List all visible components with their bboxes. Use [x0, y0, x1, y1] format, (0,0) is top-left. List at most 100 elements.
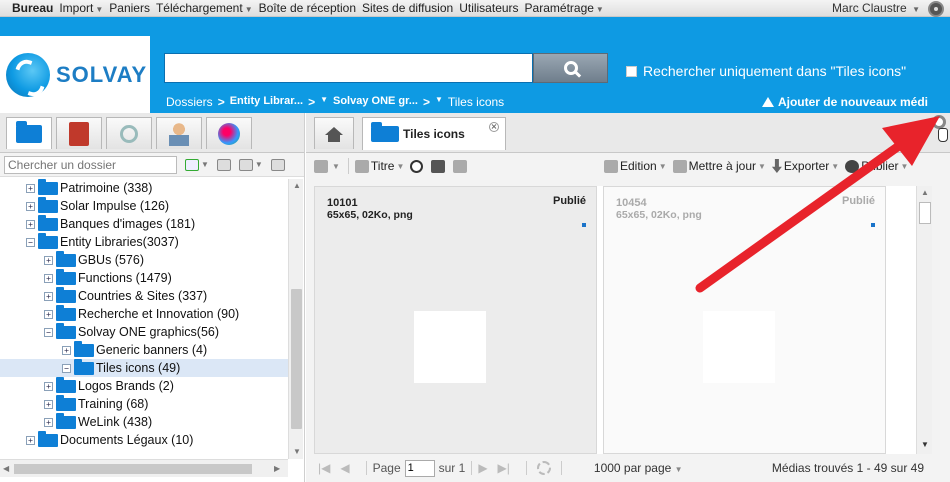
- tree-item[interactable]: − Entity Libraries(3037): [0, 232, 288, 251]
- collapse-icon[interactable]: −: [26, 237, 35, 247]
- archive-button[interactable]: [431, 159, 447, 173]
- scroll-down-icon[interactable]: ▼: [921, 440, 929, 449]
- tree-item[interactable]: + Documents Légaux (10): [0, 430, 288, 449]
- collapse-icon[interactable]: −: [44, 327, 53, 337]
- tab-thesaurus[interactable]: [56, 117, 102, 149]
- refresh-icon[interactable]: [536, 461, 551, 475]
- selection-marker-icon[interactable]: [871, 223, 875, 227]
- tab-people[interactable]: [156, 117, 202, 149]
- folder-action-icon[interactable]: [216, 158, 231, 171]
- view-mode-button[interactable]: ▼: [314, 159, 340, 173]
- top-menu-item[interactable]: Bureau: [12, 1, 53, 15]
- scroll-thumb[interactable]: [14, 464, 252, 474]
- media-thumbnail[interactable]: [703, 311, 775, 383]
- top-menu-item[interactable]: Paniers: [109, 1, 150, 15]
- gear-icon[interactable]: [932, 115, 946, 129]
- media-card[interactable]: 10101 Publié 65x65, 02Ko, png: [314, 186, 597, 454]
- move-icon[interactable]: [238, 158, 253, 171]
- edition-button[interactable]: Edition ▼: [604, 159, 667, 173]
- tree-item[interactable]: + Patrimoine (338): [0, 179, 288, 197]
- expand-icon[interactable]: +: [44, 255, 53, 265]
- expand-icon[interactable]: +: [44, 399, 53, 409]
- tree-item[interactable]: − Solvay ONE graphics(56): [0, 322, 288, 341]
- scroll-up-icon[interactable]: ▲: [921, 188, 929, 197]
- select-all-button[interactable]: [410, 159, 425, 173]
- expand-icon[interactable]: +: [26, 183, 35, 193]
- top-menu-item[interactable]: Paramétrage ▼: [525, 1, 604, 15]
- expand-icon[interactable]: +: [26, 435, 35, 445]
- tree-item[interactable]: − Tiles icons (49): [0, 358, 288, 377]
- tree-item[interactable]: + Recherche et Innovation (90): [0, 304, 288, 323]
- search-scope-option[interactable]: Rechercher uniquement dans "Tiles icons": [626, 63, 906, 79]
- scroll-down-icon[interactable]: ▼: [293, 447, 301, 456]
- scroll-left-icon[interactable]: ◀: [3, 464, 9, 473]
- export-button[interactable]: Exporter ▼: [771, 159, 839, 173]
- publish-button[interactable]: Publier ▼: [845, 159, 908, 173]
- tab-tiles-icons[interactable]: Tiles icons ×: [362, 117, 506, 150]
- update-button[interactable]: Mettre à jour ▼: [672, 159, 766, 173]
- breadcrumb-level1[interactable]: Entity Librar...: [230, 95, 303, 109]
- tree-item[interactable]: + Solar Impulse (126): [0, 196, 288, 215]
- search-button[interactable]: [533, 53, 608, 83]
- chevron-down-icon[interactable]: ▼: [320, 95, 328, 109]
- tree-item[interactable]: + Generic banners (4): [0, 340, 288, 359]
- top-menu-item[interactable]: Utilisateurs: [459, 1, 518, 15]
- duplicate-button[interactable]: [453, 159, 469, 173]
- collapse-icon[interactable]: −: [62, 363, 71, 373]
- tree-item[interactable]: + Banques d'images (181): [0, 214, 288, 233]
- folder-search-input[interactable]: [4, 155, 177, 174]
- tab-folders[interactable]: [6, 117, 52, 149]
- tab-home[interactable]: [314, 117, 354, 149]
- scroll-right-icon[interactable]: ▶: [274, 464, 280, 473]
- tree-item[interactable]: + GBUs (576): [0, 250, 288, 269]
- scroll-thumb[interactable]: [919, 202, 931, 224]
- per-page-select[interactable]: 1000 par page ▼: [594, 461, 683, 475]
- expand-icon[interactable]: +: [44, 273, 53, 283]
- scroll-thumb[interactable]: [291, 289, 302, 429]
- help-icon[interactable]: [928, 1, 944, 17]
- tree-item[interactable]: + Training (68): [0, 394, 288, 413]
- sort-title-button[interactable]: Titre ▼: [354, 159, 404, 173]
- top-menu-item[interactable]: Sites de diffusion: [362, 1, 453, 15]
- first-page-icon[interactable]: |◀: [318, 461, 330, 475]
- expand-icon[interactable]: +: [44, 309, 53, 319]
- expand-icon[interactable]: +: [44, 417, 53, 427]
- close-icon[interactable]: ×: [489, 122, 499, 132]
- top-menu-item[interactable]: Boîte de réception: [259, 1, 356, 15]
- grid-vertical-scrollbar[interactable]: ▲ ▼: [916, 186, 932, 454]
- top-menu-item[interactable]: Téléchargement ▼: [156, 1, 253, 15]
- tab-search[interactable]: [106, 117, 152, 149]
- add-folder-icon[interactable]: [185, 158, 199, 171]
- tree-item[interactable]: + WeLink (438): [0, 412, 288, 431]
- chevron-down-icon[interactable]: ▼: [435, 95, 443, 109]
- selection-marker-icon[interactable]: [582, 223, 586, 227]
- tree-vertical-scrollbar[interactable]: ▲ ▼: [288, 179, 303, 459]
- tree-item[interactable]: + Functions (1479): [0, 268, 288, 287]
- breadcrumb-level2[interactable]: Solvay ONE gr...: [333, 95, 418, 109]
- tree-item[interactable]: + Logos Brands (2): [0, 376, 288, 395]
- expand-icon[interactable]: +: [26, 201, 35, 211]
- media-thumbnail[interactable]: [414, 311, 486, 383]
- expand-icon[interactable]: +: [44, 291, 53, 301]
- refresh-icon[interactable]: [270, 158, 285, 171]
- next-page-icon[interactable]: ▶: [478, 461, 487, 475]
- tab-map[interactable]: [206, 117, 252, 149]
- user-menu[interactable]: Marc Claustre ▼: [832, 1, 920, 15]
- chevron-down-icon[interactable]: ▼: [201, 160, 209, 169]
- expand-icon[interactable]: +: [62, 345, 71, 355]
- search-scope-checkbox[interactable]: [626, 65, 637, 77]
- expand-icon[interactable]: +: [44, 381, 53, 391]
- top-menu-item[interactable]: Import ▼: [59, 1, 103, 15]
- expand-icon[interactable]: +: [26, 219, 35, 229]
- search-input[interactable]: [164, 53, 533, 83]
- breadcrumb-root[interactable]: Dossiers: [166, 95, 213, 109]
- chevron-down-icon[interactable]: ▼: [255, 160, 263, 169]
- scroll-up-icon[interactable]: ▲: [293, 181, 301, 190]
- last-page-icon[interactable]: ▶|: [498, 461, 510, 475]
- tree-horizontal-scrollbar[interactable]: ◀ ▶: [0, 459, 288, 477]
- tree-item[interactable]: + Countries & Sites (337): [0, 286, 288, 305]
- media-card[interactable]: 10454 Publié 65x65, 02Ko, png: [603, 186, 886, 454]
- prev-page-icon[interactable]: ◀: [340, 461, 349, 475]
- page-number-input[interactable]: [404, 459, 435, 477]
- add-new-media-button[interactable]: Ajouter de nouveaux médi: [761, 95, 928, 109]
